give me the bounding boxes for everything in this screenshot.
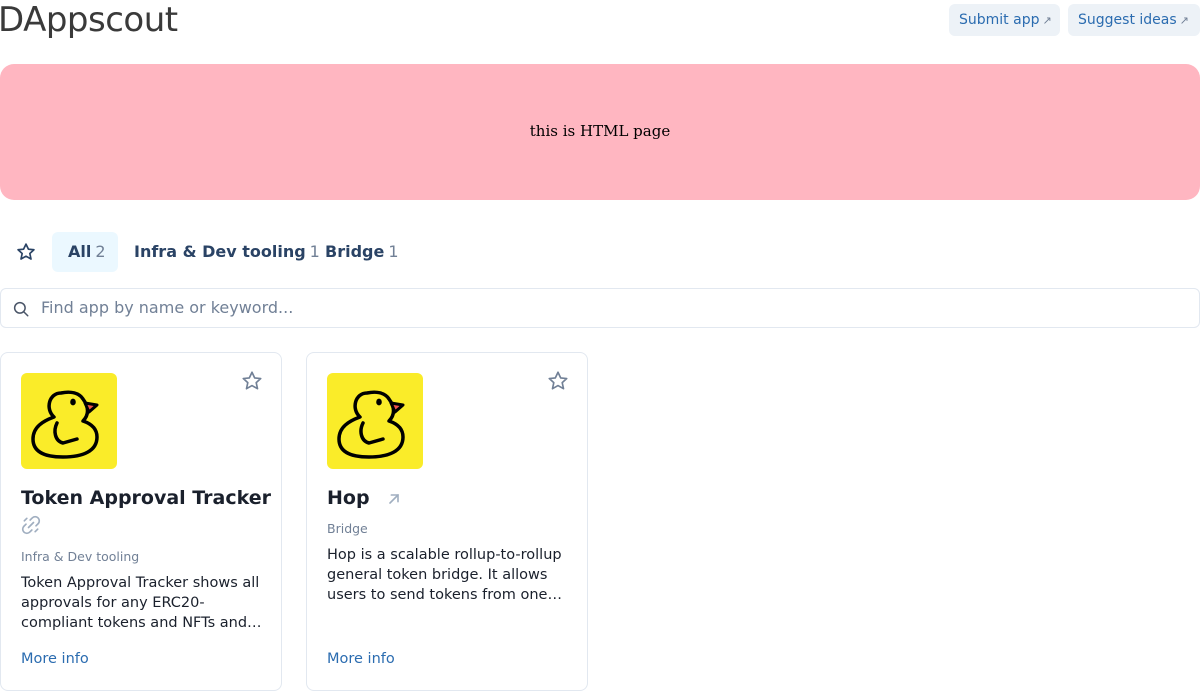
brand-logo[interactable]: DAppscout: [0, 0, 178, 40]
tab-bridge[interactable]: Bridge 1: [309, 232, 415, 272]
submit-app-button[interactable]: Submit app ↗: [949, 4, 1060, 36]
link-icon[interactable]: [21, 515, 41, 535]
app-description: Hop is a scalable rollup-to-rollup gener…: [327, 547, 562, 603]
app-description: Token Approval Tracker shows all approva…: [21, 575, 260, 631]
star-icon: [17, 243, 35, 260]
banner-text: this is HTML page: [529, 122, 671, 140]
tab-label: Bridge: [325, 242, 385, 261]
category-tabs: All 2 Infra & Dev tooling 1 Bridge 1: [0, 232, 1200, 272]
duck-logo: [21, 373, 117, 469]
suggest-ideas-button[interactable]: Suggest ideas ↗: [1068, 4, 1200, 36]
app-card[interactable]: Hop Bridge Hop is a scalable rollup-to-r…: [306, 352, 588, 691]
more-info-link[interactable]: More info: [327, 651, 395, 667]
search-box: [0, 288, 1200, 328]
favorite-star-icon[interactable]: [241, 370, 263, 392]
app-title[interactable]: Token Approval Tracker: [21, 487, 271, 509]
banner: this is HTML page: [0, 64, 1200, 200]
tab-all[interactable]: All 2: [52, 232, 118, 272]
app-category: Infra & Dev tooling: [21, 549, 140, 564]
tab-label: Infra & Dev tooling: [134, 242, 306, 261]
tab-infra-dev-tooling[interactable]: Infra & Dev tooling 1: [118, 232, 336, 272]
tab-count: 1: [388, 242, 399, 261]
app-card[interactable]: Token Approval Tracker Infra & Dev tooli…: [0, 352, 282, 691]
tab-label: All: [68, 242, 92, 261]
duck-icon: [337, 390, 405, 459]
favorites-tab[interactable]: [8, 232, 44, 272]
external-link-icon[interactable]: [386, 491, 402, 507]
app-title-row: Hop: [327, 487, 402, 509]
submit-app-label: Submit app: [959, 12, 1040, 28]
suggest-ideas-label: Suggest ideas: [1078, 12, 1177, 28]
header: DAppscout Submit app ↗ Suggest ideas ↗: [0, 0, 1200, 48]
tab-count: 2: [95, 242, 106, 261]
more-info-link[interactable]: More info: [21, 651, 89, 667]
duck-logo: [327, 373, 423, 469]
external-arrow-icon: ↗: [1179, 14, 1189, 27]
app-title[interactable]: Hop: [327, 487, 370, 509]
app-category: Bridge: [327, 521, 368, 536]
duck-icon: [31, 390, 99, 459]
external-arrow-icon: ↗: [1042, 14, 1052, 27]
search-icon: [13, 301, 29, 317]
favorite-star-icon[interactable]: [547, 370, 569, 392]
search-input[interactable]: [41, 289, 1181, 326]
